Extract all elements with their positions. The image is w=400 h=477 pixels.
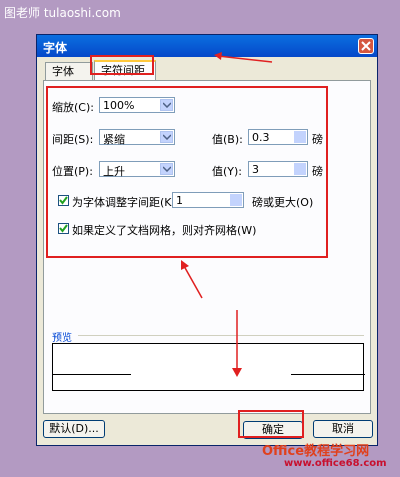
watermark-bottom-line1: Office教程学习网 xyxy=(262,444,370,459)
arrow-icon xyxy=(232,310,242,377)
title-bar[interactable]: 字体 xyxy=(37,35,377,57)
arrow-icon xyxy=(214,52,273,63)
watermark-bottom: Office教程学习网 www.office68.com xyxy=(262,440,396,474)
close-button[interactable] xyxy=(358,38,374,54)
cancel-button[interactable]: 取消 xyxy=(313,420,373,438)
default-button[interactable]: 默认(D)... xyxy=(43,420,105,438)
preview-label: 预览 xyxy=(52,333,72,344)
watermark-bottom-line2: www.office68.com xyxy=(284,458,387,469)
tab-font[interactable]: 字体(N) xyxy=(45,62,93,96)
annotation-box-tab xyxy=(90,55,154,75)
arrow-icon xyxy=(181,260,203,299)
preview-line-left xyxy=(53,374,131,375)
preview-box xyxy=(52,343,365,391)
preview-divider xyxy=(78,335,364,336)
watermark-top: 图老师 tulaoshi.com xyxy=(4,6,121,20)
annotation-box-settings xyxy=(46,86,328,258)
annotation-box-ok xyxy=(238,410,304,438)
preview-line-right xyxy=(291,374,365,375)
close-icon xyxy=(361,41,371,51)
dialog-title: 字体 xyxy=(43,41,68,55)
